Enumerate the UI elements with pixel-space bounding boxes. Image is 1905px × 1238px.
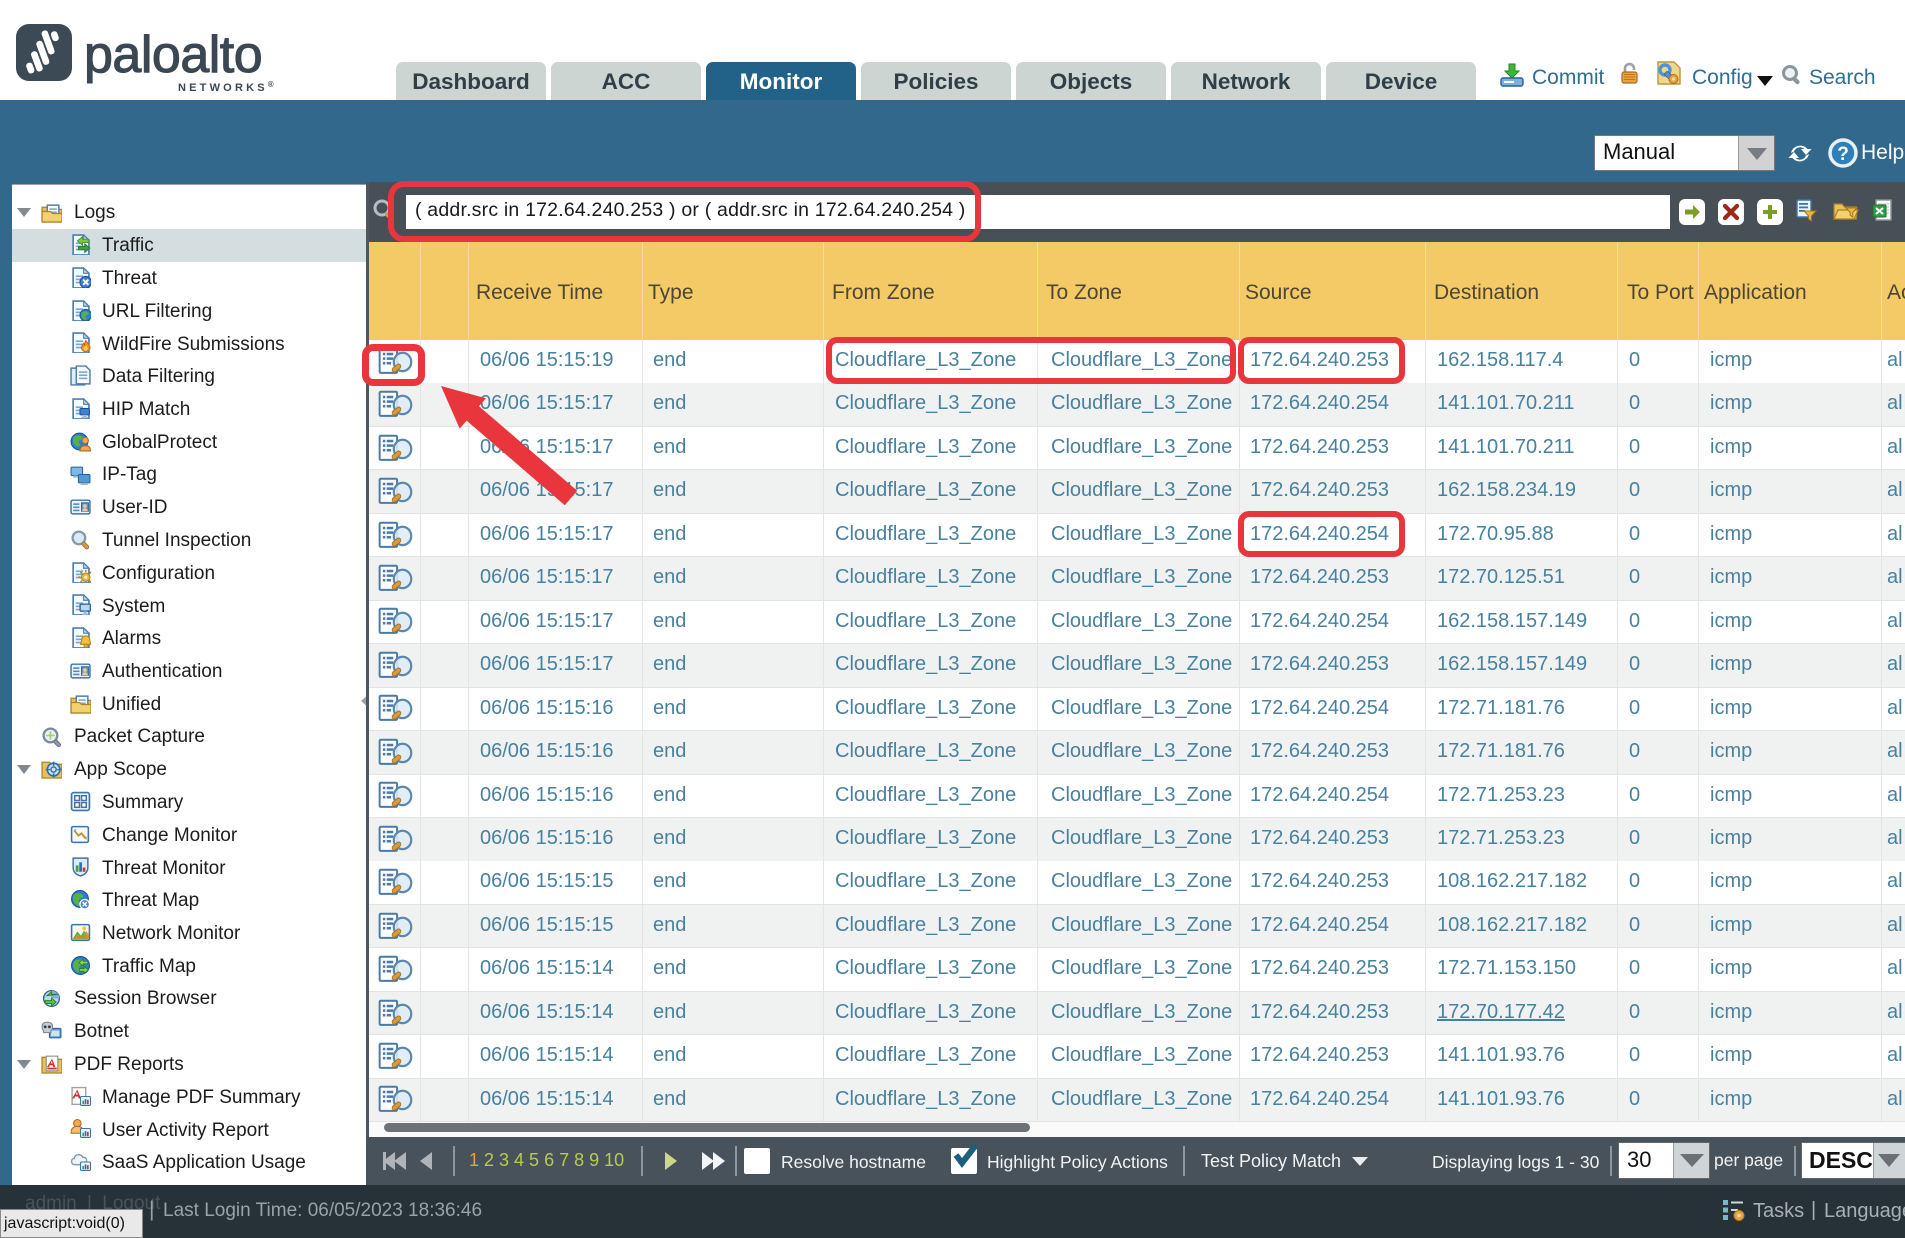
svg-text:?: ? <box>1837 144 1849 165</box>
